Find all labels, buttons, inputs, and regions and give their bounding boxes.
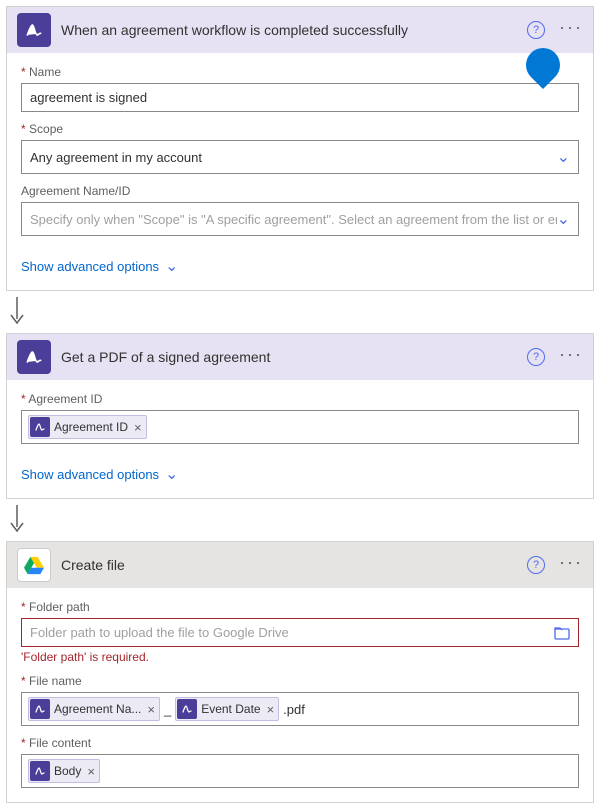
adobe-sign-icon [30,699,50,719]
chevron-down-icon: ⌄ [165,256,178,276]
agreement-placeholder: Specify only when "Scope" is "A specific… [30,212,557,227]
google-drive-icon [17,548,51,582]
step2-title: Get a PDF of a signed agreement [61,349,527,365]
agreement-id-label: Agreement ID [21,392,579,406]
name-label: Name [21,65,579,79]
adobe-sign-icon [30,417,50,437]
file-content-label: File content [21,736,579,750]
flow-connector-arrow [6,297,594,327]
folder-path-label: Folder path [21,600,579,614]
filename-separator-text: _ [164,702,171,717]
more-icon[interactable]: ··· [559,345,583,369]
step2-header[interactable]: Get a PDF of a signed agreement ? ··· [7,334,593,380]
adobe-sign-icon [17,13,51,47]
file-name-label: File name [21,674,579,688]
token-label: Event Date [201,702,260,716]
token-agreement-name[interactable]: Agreement Na... × [28,697,160,721]
agreement-name-id-label: Agreement Name/ID [21,184,579,198]
step-create-file: Create file ? ··· Folder path Folder pat… [6,541,594,803]
flow-connector-arrow [6,505,594,535]
agreement-id-input[interactable]: Agreement ID × [21,410,579,444]
step-agreement-completed: When an agreement workflow is completed … [6,6,594,291]
token-event-date[interactable]: Event Date × [175,697,279,721]
token-remove-icon[interactable]: × [147,702,155,717]
adobe-sign-icon [30,761,50,781]
token-remove-icon[interactable]: × [267,702,275,717]
token-body[interactable]: Body × [28,759,100,783]
step-get-pdf: Get a PDF of a signed agreement ? ··· Ag… [6,333,594,499]
token-remove-icon[interactable]: × [134,420,142,435]
token-label: Agreement Na... [54,702,141,716]
show-advanced-options-link[interactable]: Show advanced options ⌄ [7,458,593,498]
agreement-name-id-select[interactable]: Specify only when "Scope" is "A specific… [21,202,579,236]
help-icon[interactable]: ? [527,21,545,39]
token-label: Body [54,764,81,778]
filename-suffix-text: .pdf [283,702,305,717]
more-icon[interactable]: ··· [559,18,583,42]
scope-select[interactable]: Any agreement in my account ⌄ [21,140,579,174]
more-icon[interactable]: ··· [559,553,583,577]
adobe-sign-icon [177,699,197,719]
step1-title: When an agreement workflow is completed … [61,22,527,38]
file-name-input[interactable]: Agreement Na... × _ Event Date × .pdf [21,692,579,726]
folder-path-error: 'Folder path' is required. [21,650,579,664]
step3-title: Create file [61,557,527,573]
token-agreement-id[interactable]: Agreement ID × [28,415,147,439]
step3-header[interactable]: Create file ? ··· [7,542,593,588]
file-content-input[interactable]: Body × [21,754,579,788]
help-icon[interactable]: ? [527,348,545,366]
step1-header[interactable]: When an agreement workflow is completed … [7,7,593,53]
folder-path-input[interactable]: Folder path to upload the file to Google… [21,618,579,647]
chevron-down-icon: ⌄ [557,147,570,167]
adobe-sign-icon [17,340,51,374]
token-label: Agreement ID [54,420,128,434]
folder-path-placeholder: Folder path to upload the file to Google… [30,625,289,640]
scope-value: Any agreement in my account [30,150,202,165]
name-input[interactable] [21,83,579,112]
folder-browse-icon[interactable] [554,626,570,640]
chevron-down-icon: ⌄ [165,464,178,484]
chevron-down-icon: ⌄ [557,209,570,229]
help-icon[interactable]: ? [527,556,545,574]
show-advanced-options-link[interactable]: Show advanced options ⌄ [7,250,593,290]
scope-label: Scope [21,122,579,136]
token-remove-icon[interactable]: × [87,764,95,779]
